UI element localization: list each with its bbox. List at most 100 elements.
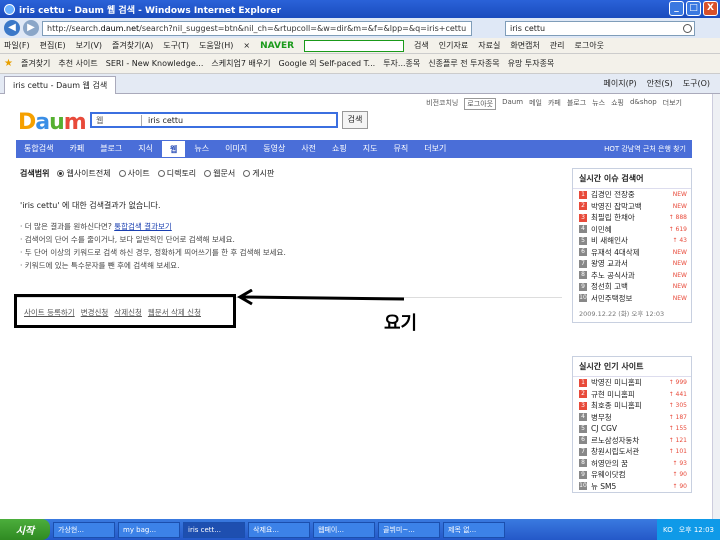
taskbar-button[interactable]: my bag...	[118, 521, 180, 538]
top-link-mail[interactable]: 메일	[529, 98, 542, 110]
hot-topic-link[interactable]: HOT 강남역 근처 은행 찾기	[604, 144, 692, 154]
back-button[interactable]: ◀	[4, 20, 20, 36]
daum-logo[interactable]: Daum	[18, 110, 87, 135]
safety-menu[interactable]: 안전(S)	[647, 78, 673, 89]
menu-favorites[interactable]: 즐겨찾기(A)	[112, 40, 153, 51]
top-link-user[interactable]: 비전코치닝	[426, 98, 458, 110]
tab-web[interactable]: 웹	[161, 140, 187, 158]
popular-site-item[interactable]: 9 유웨이닷컴 ↑ 90	[573, 469, 691, 481]
scope-option-board[interactable]: 게시판	[243, 168, 274, 179]
scope-option-directory[interactable]: 디렉토리	[157, 168, 196, 179]
top-link-logout[interactable]: 로그아웃	[464, 98, 497, 110]
top-link-blog[interactable]: 블로그	[567, 98, 586, 110]
page-scrollbar[interactable]	[712, 94, 720, 519]
toolbar-capture[interactable]: 화면캡처	[510, 40, 539, 51]
tab-current[interactable]: iris cettu - Daum 웹 검색	[4, 75, 117, 94]
daum-search-input[interactable]: iris cettu	[142, 116, 183, 125]
fav-item-promising[interactable]: 유망 투자종목	[508, 58, 555, 69]
start-button[interactable]: 시작	[0, 519, 50, 540]
issue-item[interactable]: 10 서민주택정보 NEW	[573, 293, 691, 305]
taskbar-button[interactable]: 제목 없...	[443, 521, 505, 538]
fav-item-flu[interactable]: 신종플루 전 투자종목	[428, 58, 499, 69]
tab-images[interactable]: 이미지	[217, 140, 255, 158]
toolbar-logout[interactable]: 로그아웃	[575, 40, 604, 51]
browser-search-input[interactable]: iris cettu	[505, 20, 695, 36]
tools-menu[interactable]: 도구(O)	[683, 78, 710, 89]
issue-item[interactable]: 9 정선희 고백 NEW	[573, 281, 691, 293]
favorites-button[interactable]: 즐겨찾기	[21, 58, 50, 69]
issue-item[interactable]: 1 김경민 전장중 NEW	[573, 189, 691, 201]
menu-help[interactable]: 도움말(H)	[199, 40, 233, 51]
tab-cafe[interactable]: 카페	[61, 140, 92, 158]
fav-item-recommended[interactable]: 추천 사이트	[58, 58, 97, 69]
tab-knowledge[interactable]: 지식	[130, 140, 161, 158]
search-icon[interactable]	[683, 23, 692, 33]
maximize-button[interactable]: □	[686, 1, 701, 16]
tab-news[interactable]: 뉴스	[186, 140, 217, 158]
close-toolbar-icon[interactable]: ×	[243, 41, 250, 50]
radio-icon[interactable]	[118, 170, 126, 177]
forward-button[interactable]: ▶	[23, 20, 39, 36]
tab-integrated[interactable]: 통합검색	[16, 140, 61, 158]
page-menu[interactable]: 페이지(P)	[604, 78, 637, 89]
top-link-cafe[interactable]: 카페	[548, 98, 561, 110]
fav-item-sketchup[interactable]: 스케치업7 배우기	[211, 58, 270, 69]
taskbar-button[interactable]: 골뷔미~...	[378, 521, 440, 538]
popular-site-item[interactable]: 6 르노삼성자동차 ↑ 121	[573, 435, 691, 447]
scope-option-webdoc[interactable]: 웹문서	[204, 168, 235, 179]
popular-site-item[interactable]: 5 CJ CGV ↑ 155	[573, 423, 691, 435]
fav-item-seri[interactable]: SERI - New Knowledge...	[106, 59, 204, 68]
toolbar-downloads[interactable]: 자료실	[478, 40, 500, 51]
top-link-daum[interactable]: Daum	[502, 98, 523, 110]
popular-site-item[interactable]: 4 병무청 ↑ 187	[573, 412, 691, 424]
issue-item[interactable]: 2 박영진 잡막고백 NEW	[573, 201, 691, 213]
taskbar-button[interactable]: 가상현...	[53, 521, 115, 538]
tab-more[interactable]: 더보기	[416, 140, 454, 158]
language-indicator[interactable]: KO	[663, 526, 673, 534]
tab-dictionary[interactable]: 사전	[293, 140, 324, 158]
radio-icon[interactable]	[157, 170, 165, 177]
taskbar-button[interactable]: 삭제요...	[248, 521, 310, 538]
top-link-shopping[interactable]: 쇼핑	[611, 98, 624, 110]
issue-item[interactable]: 7 왕영 교과서 NEW	[573, 258, 691, 270]
popular-site-item[interactable]: 1 박영진 미니홈피 ↑ 999	[573, 377, 691, 389]
toolbar-popular[interactable]: 인기자료	[439, 40, 468, 51]
close-button[interactable]: X	[703, 1, 718, 16]
tab-music[interactable]: 뮤직	[386, 140, 417, 158]
tab-shopping[interactable]: 쇼핑	[324, 140, 355, 158]
naver-search-button[interactable]: 검색	[414, 40, 429, 51]
issue-item[interactable]: 8 추노 공식사과 NEW	[573, 270, 691, 282]
tab-map[interactable]: 지도	[355, 140, 386, 158]
tab-blog[interactable]: 블로그	[92, 140, 130, 158]
radio-icon[interactable]	[243, 170, 251, 177]
top-link-news[interactable]: 뉴스	[592, 98, 605, 110]
menu-view[interactable]: 보기(V)	[76, 40, 102, 51]
popular-site-item[interactable]: 10 뉴 SM5 ↑ 90	[573, 481, 691, 493]
fav-item-google[interactable]: Google 의 Self-paced T...	[279, 58, 376, 69]
fav-item-invest[interactable]: 투자...종목	[383, 58, 420, 69]
issue-item[interactable]: 3 최필립 한채아 ↑ 888	[573, 212, 691, 224]
address-input[interactable]: http://search.daum.net/search?nil_sugges…	[42, 20, 472, 36]
integrated-results-link[interactable]: 통합검색 결과보기	[114, 222, 172, 231]
radio-selected-icon[interactable]	[57, 170, 65, 177]
tab-video[interactable]: 동영상	[255, 140, 293, 158]
scope-option-all[interactable]: 웹사이트전체	[57, 168, 111, 179]
daum-search-box[interactable]: 웹 iris cettu	[90, 112, 338, 128]
naver-search-input[interactable]	[304, 39, 405, 52]
search-scope-select[interactable]: 웹	[92, 114, 142, 126]
top-link-dshop[interactable]: d&shop	[630, 98, 657, 110]
taskbar-button[interactable]: iris cett...	[183, 521, 245, 538]
daum-search-button[interactable]: 검색	[342, 111, 368, 129]
popular-site-item[interactable]: 7 창원시립도서관 ↑ 101	[573, 446, 691, 458]
menu-file[interactable]: 파일(F)	[4, 40, 30, 51]
toolbar-manage[interactable]: 관리	[550, 40, 565, 51]
issue-item[interactable]: 5 비 새해인사 ↑ 43	[573, 235, 691, 247]
menu-edit[interactable]: 편집(E)	[40, 40, 66, 51]
top-link-more[interactable]: 더보기	[663, 98, 682, 110]
popular-site-item[interactable]: 3 최호종 미니홈피 ↑ 305	[573, 400, 691, 412]
scope-option-site[interactable]: 사이트	[118, 168, 150, 179]
minimize-button[interactable]: _	[669, 1, 684, 16]
menu-tools[interactable]: 도구(T)	[163, 40, 189, 51]
popular-site-item[interactable]: 2 규현 미니홈피 ↑ 441	[573, 389, 691, 401]
radio-icon[interactable]	[204, 170, 212, 177]
